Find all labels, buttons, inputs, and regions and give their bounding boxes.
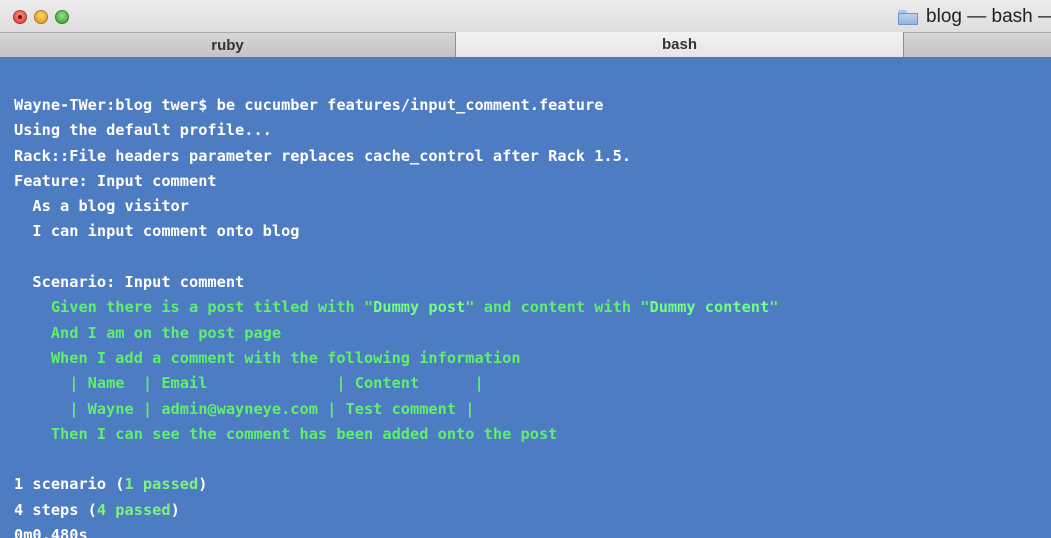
step-text: " xyxy=(769,298,779,317)
window-title-area: blog — bash — xyxy=(898,6,1051,28)
scenario-line: Scenario: Input comment xyxy=(14,273,245,292)
elapsed-time: 0m0.480s xyxy=(14,526,88,538)
step-text: " and content with " xyxy=(465,298,650,317)
output-line: Rack::File headers parameter replaces ca… xyxy=(14,146,632,165)
summary-text: ) xyxy=(170,500,180,519)
minimize-button-icon[interactable] xyxy=(34,10,48,24)
step-text: Given there is a post titled with " xyxy=(14,298,374,317)
output-line: Using the default profile... xyxy=(14,121,272,140)
passed-count: 4 passed xyxy=(96,500,171,519)
feature-description-line: As a blog visitor xyxy=(14,197,189,216)
summary-text: ) xyxy=(198,475,208,494)
tab-bar: ruby bash xyxy=(0,32,1051,57)
feature-line: Feature: Input comment xyxy=(14,171,217,190)
passed-count: 1 passed xyxy=(124,475,199,494)
scenario-summary: 1 scenario (1 passed) xyxy=(14,472,1051,497)
terminal-output[interactable]: Wayne-TWer:blog twer$ be cucumber featur… xyxy=(0,57,1051,538)
command-line: Wayne-TWer:blog twer$ be cucumber featur… xyxy=(14,96,604,114)
summary-text: 4 steps ( xyxy=(14,500,97,519)
folder-icon xyxy=(898,9,919,25)
title-bar[interactable]: blog — bash — ruby bash xyxy=(0,0,1051,58)
step-given: Given there is a post titled with "Dummy… xyxy=(14,295,1051,320)
zoom-button-icon[interactable] xyxy=(55,10,69,24)
tab-ruby[interactable]: ruby xyxy=(0,32,456,57)
step-then: Then I can see the comment has been adde… xyxy=(14,424,558,443)
step-and: And I am on the post page xyxy=(14,323,282,342)
window-title: blog — bash — xyxy=(926,6,1051,27)
summary-text: 1 scenario ( xyxy=(14,475,125,494)
feature-description-line: I can input comment onto blog xyxy=(14,222,300,241)
table-header-row: | Name | Email | Content | xyxy=(14,374,484,393)
close-button-icon[interactable] xyxy=(13,10,27,24)
step-argument: Dummy post xyxy=(373,298,466,317)
tab-bash[interactable]: bash xyxy=(456,32,904,57)
step-when: When I add a comment with the following … xyxy=(14,348,521,367)
step-argument: Dummy content xyxy=(649,298,770,317)
tab-bar-empty xyxy=(904,32,1051,57)
table-row: | Wayne | admin@wayneye.com | Test comme… xyxy=(14,399,475,418)
steps-summary: 4 steps (4 passed) xyxy=(14,498,1051,523)
terminal-window: blog — bash — ruby bash Wayne-TWer:blog … xyxy=(0,0,1051,538)
